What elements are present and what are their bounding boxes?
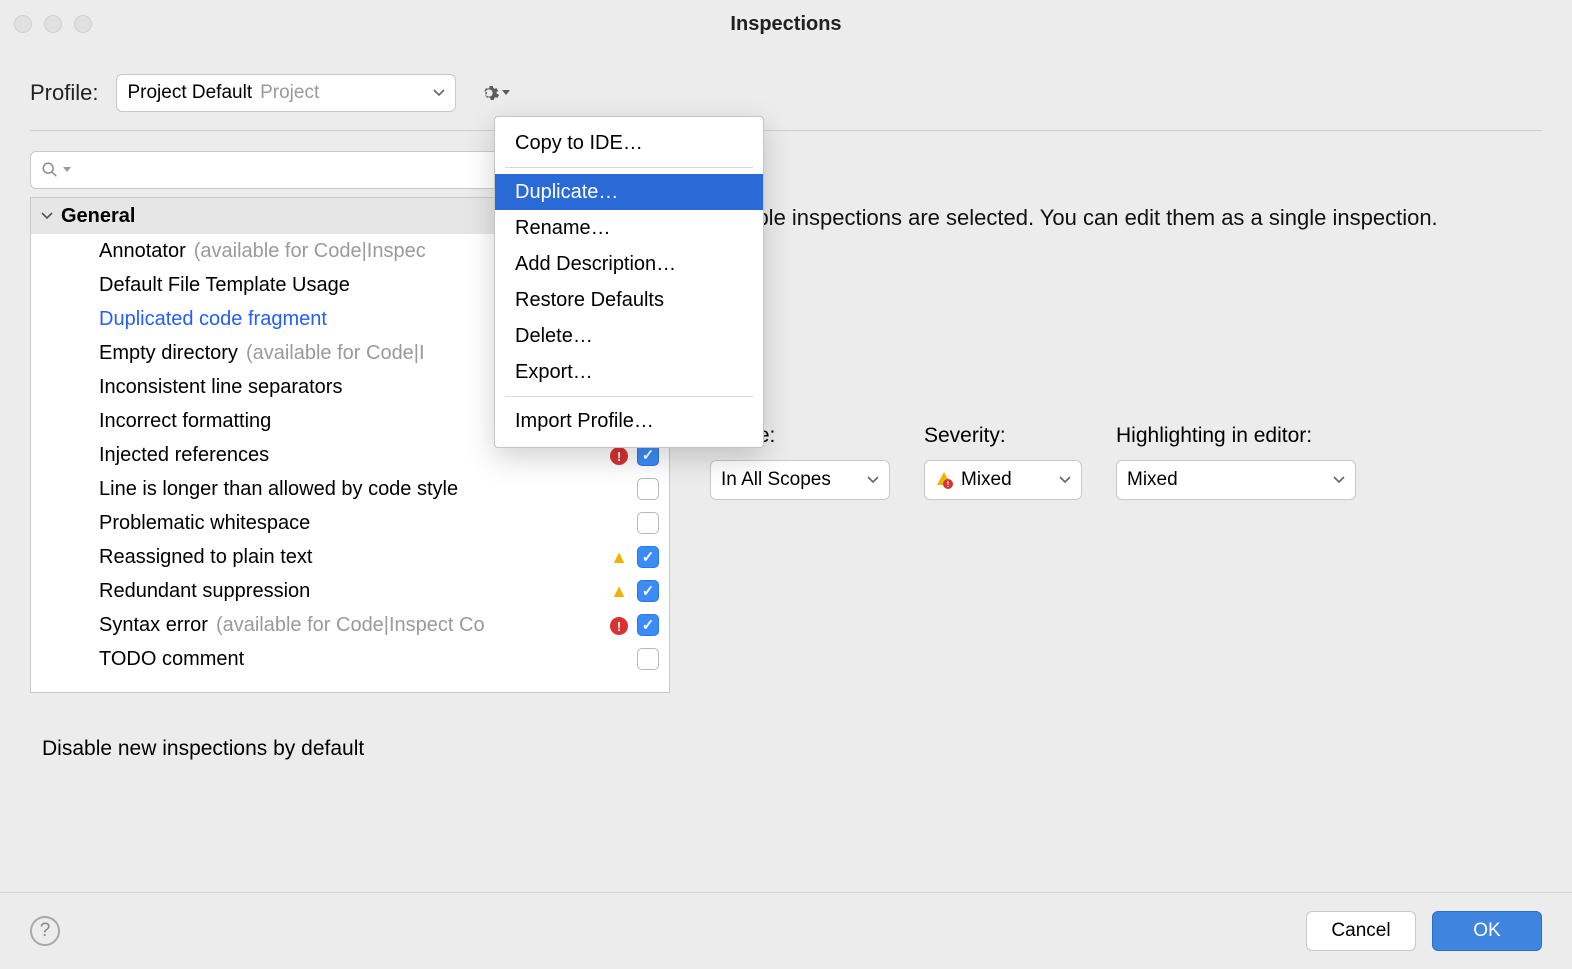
- minimize-window-button[interactable]: [44, 15, 62, 33]
- menu-item[interactable]: Rename…: [495, 210, 763, 246]
- warning-icon: ▲: [609, 546, 629, 569]
- severity-label: Severity:: [924, 424, 1082, 448]
- menu-separator: [505, 167, 753, 168]
- zoom-window-button[interactable]: [74, 15, 92, 33]
- inspection-label: Annotator: [99, 240, 186, 263]
- right-column: Multiple inspections are selected. You c…: [710, 151, 1542, 693]
- inspection-row[interactable]: Syntax error (available for Code|Inspect…: [31, 608, 669, 642]
- chevron-down-icon: [502, 90, 510, 96]
- inspection-checkbox[interactable]: [637, 580, 659, 602]
- inspection-label: TODO comment: [99, 648, 244, 671]
- chevron-down-icon: [63, 167, 71, 173]
- inspection-row[interactable]: Problematic whitespace: [31, 506, 669, 540]
- mixed-severity-icon: !: [935, 471, 953, 489]
- inspection-checkbox[interactable]: [637, 478, 659, 500]
- inspection-checkbox[interactable]: [637, 512, 659, 534]
- error-icon: !: [609, 614, 629, 637]
- chevron-down-icon: [41, 212, 53, 220]
- menu-item[interactable]: Import Profile…: [495, 403, 763, 439]
- help-button[interactable]: ?: [30, 916, 60, 946]
- inspection-checkbox[interactable]: [637, 614, 659, 636]
- menu-separator: [505, 396, 753, 397]
- menu-item[interactable]: Copy to IDE…: [495, 125, 763, 161]
- config-highlighting: Highlighting in editor: Mixed: [1116, 424, 1356, 500]
- inspection-label: Reassigned to plain text: [99, 546, 312, 569]
- cancel-button[interactable]: Cancel: [1306, 911, 1416, 951]
- menu-item[interactable]: Export…: [495, 354, 763, 390]
- menu-item[interactable]: Duplicate…: [495, 174, 763, 210]
- gear-icon: [478, 82, 500, 104]
- chevron-down-icon: [433, 89, 445, 97]
- profile-label: Profile:: [30, 80, 98, 106]
- menu-item[interactable]: Delete…: [495, 318, 763, 354]
- profile-row: Profile: Project Default Project: [0, 48, 1572, 130]
- inspection-checkbox[interactable]: [637, 546, 659, 568]
- inspection-row[interactable]: TODO comment: [31, 642, 669, 676]
- severity-select[interactable]: ! Mixed: [924, 460, 1082, 500]
- profile-select-hint: Project: [260, 82, 319, 104]
- search-icon: [41, 161, 59, 179]
- inspection-label-suffix: (available for Code|Inspec: [194, 240, 426, 263]
- inspection-row[interactable]: Redundant suppression ▲: [31, 574, 669, 608]
- menu-item[interactable]: Restore Defaults: [495, 282, 763, 318]
- inspection-label: Default File Template Usage: [99, 274, 350, 297]
- footer: ? Cancel OK: [0, 892, 1572, 969]
- inspection-label: Syntax error: [99, 614, 208, 637]
- inspection-label: Inconsistent line separators: [99, 376, 342, 399]
- severity-value: Mixed: [961, 469, 1012, 491]
- inspection-label: Empty directory: [99, 342, 238, 365]
- titlebar: Inspections: [0, 0, 1572, 48]
- menu-item[interactable]: Add Description…: [495, 246, 763, 282]
- highlighting-select[interactable]: Mixed: [1116, 460, 1356, 500]
- inspection-row[interactable]: Reassigned to plain text ▲: [31, 540, 669, 574]
- svg-text:!: !: [947, 480, 950, 489]
- chevron-down-icon: [1059, 476, 1071, 484]
- inspection-description: Multiple inspections are selected. You c…: [710, 203, 1542, 234]
- content-area: General Annotator (available for Code|In…: [0, 131, 1572, 713]
- chevron-down-icon: [1333, 476, 1345, 484]
- inspection-checkbox[interactable]: [637, 648, 659, 670]
- inspection-label: Redundant suppression: [99, 580, 310, 603]
- warning-icon: ▲: [609, 580, 629, 603]
- profile-select-value: Project Default: [127, 82, 252, 104]
- window-controls: [14, 15, 92, 33]
- gear-button[interactable]: [474, 78, 514, 108]
- inspection-label: Duplicated code fragment: [99, 308, 327, 331]
- highlighting-label: Highlighting in editor:: [1116, 424, 1356, 448]
- ok-button[interactable]: OK: [1432, 911, 1542, 951]
- highlighting-value: Mixed: [1127, 469, 1178, 491]
- inspection-label-suffix: (available for Code|Inspect Co: [216, 614, 485, 637]
- disable-label: Disable new inspections by default: [42, 737, 364, 761]
- inspection-label: Problematic whitespace: [99, 512, 310, 535]
- close-window-button[interactable]: [14, 15, 32, 33]
- window-title: Inspections: [0, 13, 1572, 36]
- scope-select[interactable]: In All Scopes: [710, 460, 890, 500]
- config-row: Scope: In All Scopes Severity: !: [710, 424, 1542, 500]
- inspection-label-suffix: (available for Code|I: [246, 342, 425, 365]
- config-severity: Severity: ! Mixed: [924, 424, 1082, 500]
- chevron-down-icon: [867, 476, 879, 484]
- inspection-row[interactable]: Line is longer than allowed by code styl…: [31, 472, 669, 506]
- profile-select[interactable]: Project Default Project: [116, 74, 456, 112]
- gear-popup-menu: Copy to IDE… Duplicate…Rename…Add Descrip…: [494, 116, 764, 448]
- inspection-label: Injected references: [99, 444, 269, 467]
- disable-row: Disable new inspections by default: [0, 713, 1572, 785]
- inspection-label: Incorrect formatting: [99, 410, 271, 433]
- inspection-label: Line is longer than allowed by code styl…: [99, 478, 458, 501]
- scope-value: In All Scopes: [721, 469, 831, 491]
- tree-group-name: General: [61, 205, 135, 228]
